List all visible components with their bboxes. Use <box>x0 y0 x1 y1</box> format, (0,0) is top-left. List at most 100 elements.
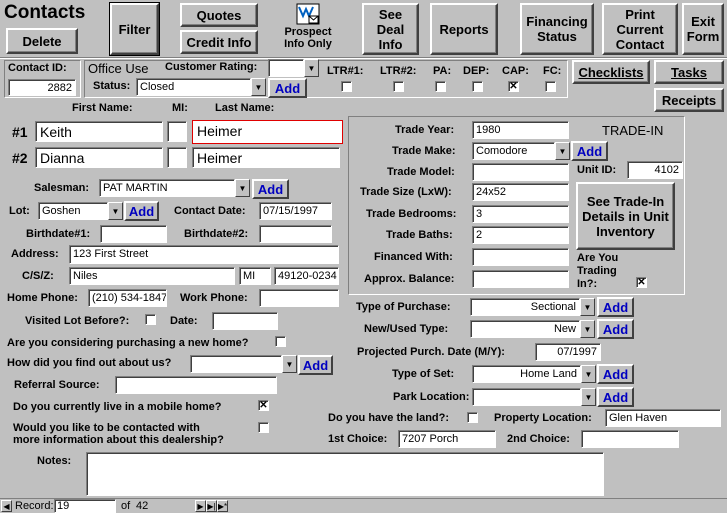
balance-field[interactable] <box>472 270 569 288</box>
chevron-down-icon[interactable]: ▼ <box>235 179 250 197</box>
chevron-down-icon[interactable]: ▼ <box>581 365 596 383</box>
trade-make-field[interactable]: Comodore <box>472 142 555 160</box>
print-current-contact-button[interactable]: Print Current Contact <box>602 3 678 55</box>
flag-fc-checkbox[interactable] <box>545 81 556 92</box>
mobile-home-checkbox[interactable]: ✕ <box>258 400 269 411</box>
flag-cap-checkbox[interactable]: ✕ <box>508 81 519 92</box>
land-checkbox[interactable] <box>467 412 478 423</box>
trading-checkbox[interactable]: ✕ <box>636 277 647 288</box>
tasks-button[interactable]: Tasks <box>654 60 724 84</box>
receipts-button[interactable]: Receipts <box>654 88 724 112</box>
chevron-down-icon[interactable]: ▼ <box>304 59 319 77</box>
last-record-icon[interactable]: ▶| <box>206 500 217 512</box>
trade-model-field[interactable] <box>472 163 569 181</box>
previous-record-icon[interactable]: ◀ <box>1 500 12 512</box>
contacted-checkbox[interactable] <box>258 422 269 433</box>
referral-field[interactable] <box>115 376 277 394</box>
trade-bedrooms-field[interactable]: 3 <box>472 205 569 223</box>
contact1-last-name[interactable]: Heimer <box>192 120 343 144</box>
notes-field[interactable] <box>86 452 604 496</box>
next-record-icon[interactable]: ▶ <box>195 500 206 512</box>
trade-year-field[interactable]: 1980 <box>472 121 569 139</box>
unit-id-field[interactable]: 4102 <box>627 161 683 179</box>
visited-checkbox[interactable] <box>145 314 156 325</box>
trade-size-field[interactable]: 24x52 <box>472 183 569 201</box>
contact1-mi[interactable] <box>167 121 187 142</box>
status-combo[interactable]: Closed ▼ <box>136 78 266 96</box>
birthdate1-field[interactable] <box>100 225 167 243</box>
city-field[interactable]: Niles <box>69 267 235 285</box>
park-location-field[interactable] <box>472 388 581 406</box>
chevron-down-icon[interactable]: ▼ <box>282 355 297 373</box>
zip-field[interactable]: 49120-0234 <box>274 267 339 285</box>
type-of-set-add-button[interactable]: Add <box>597 364 634 384</box>
chevron-down-icon[interactable]: ▼ <box>251 78 266 96</box>
flag-ltr2-checkbox[interactable] <box>393 81 404 92</box>
checklists-button[interactable]: Checklists <box>572 60 650 84</box>
prospect-info-button[interactable]: Prospect Info Only <box>276 3 340 55</box>
contact2-last-name[interactable]: Heimer <box>192 147 340 168</box>
record-number-field[interactable]: 19 <box>54 499 116 513</box>
new-used-combo[interactable]: New ▼ <box>470 320 595 338</box>
trade-make-add-button[interactable]: Add <box>571 141 608 161</box>
park-location-combo[interactable]: ▼ <box>472 388 596 406</box>
lot-field[interactable]: Goshen <box>38 202 108 220</box>
projected-date-field[interactable]: 07/1997 <box>535 343 601 361</box>
contact1-first-name[interactable]: Keith <box>35 121 163 142</box>
contact-id-field[interactable]: 2882 <box>8 79 76 96</box>
chevron-down-icon[interactable]: ▼ <box>581 388 596 406</box>
contact2-first-name[interactable]: Dianna <box>35 147 163 168</box>
quotes-button[interactable]: Quotes <box>180 3 258 27</box>
find-out-field[interactable] <box>190 355 282 373</box>
property-location-field[interactable]: Glen Haven <box>605 409 721 427</box>
find-out-add-button[interactable]: Add <box>298 355 333 375</box>
visit-date-field[interactable] <box>212 312 278 330</box>
type-of-set-combo[interactable]: Home Land ▼ <box>472 365 596 383</box>
flag-pa-checkbox[interactable] <box>435 81 446 92</box>
birthdate2-field[interactable] <box>259 225 332 243</box>
exit-form-button[interactable]: Exit Form <box>682 3 724 55</box>
chevron-down-icon[interactable]: ▼ <box>580 320 595 338</box>
chevron-down-icon[interactable]: ▼ <box>580 298 595 316</box>
credit-info-button[interactable]: Credit Info <box>180 30 258 54</box>
salesman-field[interactable]: PAT MARTIN <box>99 179 235 197</box>
customer-rating-field[interactable] <box>268 59 304 77</box>
new-used-add-button[interactable]: Add <box>597 319 634 339</box>
reports-button[interactable]: Reports <box>430 3 498 55</box>
purchase-type-add-button[interactable]: Add <box>597 297 634 317</box>
customer-rating-combo[interactable]: ▼ <box>268 59 319 77</box>
flag-dep-checkbox[interactable] <box>472 81 483 92</box>
lot-add-button[interactable]: Add <box>124 201 159 221</box>
home-phone-field[interactable]: (210) 534-1847 <box>88 289 167 307</box>
lot-combo[interactable]: Goshen ▼ <box>38 202 123 220</box>
trade-baths-field[interactable]: 2 <box>472 226 569 244</box>
flag-ltr1-checkbox[interactable] <box>341 81 352 92</box>
work-phone-field[interactable] <box>259 289 339 307</box>
second-choice-field[interactable] <box>581 430 679 448</box>
new-home-checkbox[interactable] <box>275 336 286 347</box>
new-record-icon[interactable]: ▶* <box>217 500 228 512</box>
contact-date-field[interactable]: 07/15/1997 <box>259 202 332 220</box>
salesman-add-button[interactable]: Add <box>252 179 289 199</box>
see-deal-info-button[interactable]: See Deal Info <box>362 3 419 55</box>
first-choice-field[interactable]: 7207 Porch <box>398 430 496 448</box>
trade-make-combo[interactable]: Comodore ▼ <box>472 142 570 160</box>
park-location-add-button[interactable]: Add <box>597 387 634 407</box>
find-out-combo[interactable]: ▼ <box>190 355 297 373</box>
chevron-down-icon[interactable]: ▼ <box>108 202 123 220</box>
contact2-mi[interactable] <box>167 147 187 168</box>
status-add-button[interactable]: Add <box>268 78 307 98</box>
address-field[interactable]: 123 First Street <box>69 245 339 264</box>
status-field[interactable]: Closed <box>136 78 251 96</box>
new-used-field[interactable]: New <box>470 320 580 338</box>
purchase-type-combo[interactable]: Sectional ▼ <box>470 298 595 316</box>
state-field[interactable]: MI <box>239 267 271 285</box>
financed-field[interactable] <box>472 248 569 266</box>
salesman-combo[interactable]: PAT MARTIN ▼ <box>99 179 250 197</box>
delete-button[interactable]: Delete <box>6 28 78 54</box>
financing-status-button[interactable]: Financing Status <box>520 3 594 55</box>
purchase-type-field[interactable]: Sectional <box>470 298 580 316</box>
chevron-down-icon[interactable]: ▼ <box>555 142 570 160</box>
type-of-set-field[interactable]: Home Land <box>472 365 581 383</box>
filter-button[interactable]: Filter <box>109 2 160 56</box>
